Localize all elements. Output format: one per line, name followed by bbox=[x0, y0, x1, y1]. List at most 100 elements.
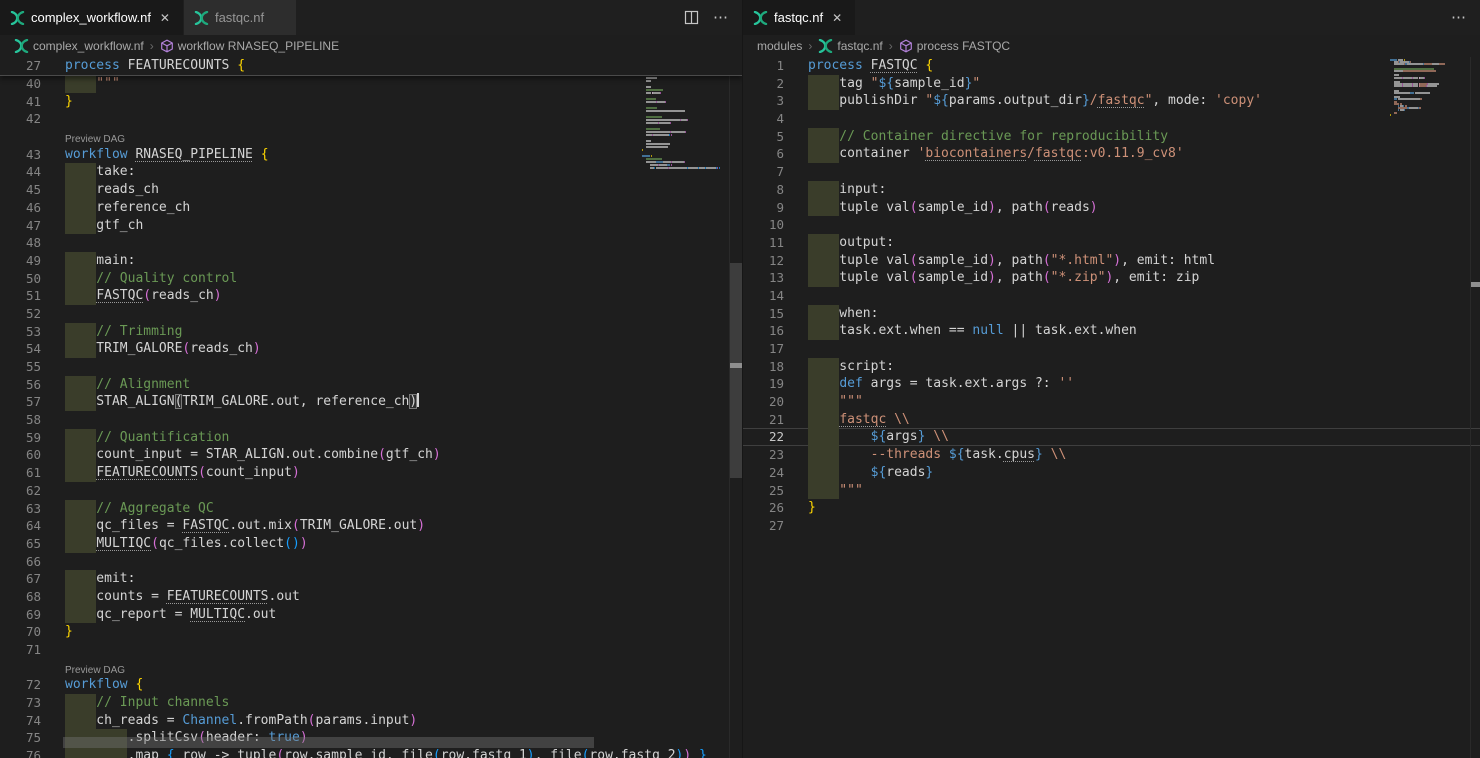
sticky-scroll[interactable]: 27process FEATURECOUNTS { bbox=[0, 57, 742, 76]
overview-ruler-tick bbox=[1471, 282, 1480, 287]
close-icon[interactable]: ✕ bbox=[829, 11, 845, 25]
close-icon[interactable]: ✕ bbox=[157, 11, 173, 25]
code-line[interactable]: 14 bbox=[743, 287, 1480, 305]
code-line[interactable]: 71 bbox=[0, 641, 742, 659]
code-line[interactable]: 25 """ bbox=[743, 482, 1480, 500]
code-line[interactable]: 53 // Trimming bbox=[0, 323, 742, 341]
token: ) bbox=[527, 748, 535, 758]
code-line[interactable]: 54 TRIM_GALORE(reads_ch) bbox=[0, 340, 742, 358]
code-line[interactable]: 3 publishDir "${params.output_dir}/fastq… bbox=[743, 92, 1480, 110]
breadcrumb-item[interactable]: workflow RNASEQ_PIPELINE bbox=[160, 39, 339, 53]
code-line[interactable]: 22 ${args} \\ bbox=[743, 428, 1480, 446]
code-line[interactable]: 9 tuple val(sample_id), path(reads) bbox=[743, 199, 1480, 217]
vertical-scrollbar[interactable] bbox=[729, 57, 742, 758]
code-editor[interactable]: 40 """41}42Preview DAG43workflow RNASEQ_… bbox=[0, 57, 742, 758]
line-number: 57 bbox=[0, 393, 41, 411]
code-line[interactable]: 8 input: bbox=[743, 181, 1480, 199]
breadcrumb-item[interactable]: complex_workflow.nf bbox=[14, 39, 144, 53]
code-line[interactable]: 63 // Aggregate QC bbox=[0, 500, 742, 518]
code-line[interactable]: 7 bbox=[743, 163, 1480, 181]
code-line[interactable]: 73 // Input channels bbox=[0, 694, 742, 712]
more-actions-icon[interactable]: ⋯ bbox=[1451, 10, 1466, 25]
code-line[interactable]: 61 FEATURECOUNTS(count_input) bbox=[0, 464, 742, 482]
code-line[interactable]: 26} bbox=[743, 499, 1480, 517]
code-line[interactable]: 17 bbox=[743, 340, 1480, 358]
code-line[interactable]: 16 task.ext.when == null || task.ext.whe… bbox=[743, 322, 1480, 340]
horizontal-scrollbar[interactable] bbox=[63, 737, 594, 748]
breadcrumb-item[interactable]: process FASTQC bbox=[899, 39, 1010, 53]
token: // Quantification bbox=[65, 430, 229, 445]
code-line[interactable]: 56 // Alignment bbox=[0, 376, 742, 394]
code-line[interactable]: 12 tuple val(sample_id), path("*.html"),… bbox=[743, 252, 1480, 270]
code-line[interactable]: 27 bbox=[743, 517, 1480, 535]
code-line[interactable]: 2 tag "${sample_id}" bbox=[743, 75, 1480, 93]
code-line[interactable]: 6 container 'biocontainers/fastqc:v0.11.… bbox=[743, 145, 1480, 163]
token: ( bbox=[198, 465, 206, 480]
line-number: 72 bbox=[0, 676, 41, 694]
code-line[interactable]: 72workflow { bbox=[0, 676, 742, 694]
token: ( bbox=[910, 270, 918, 285]
code-line[interactable]: 59 // Quantification bbox=[0, 429, 742, 447]
tab-fastqc.nf[interactable]: fastqc.nf✕ bbox=[184, 0, 297, 35]
token: workflow bbox=[65, 677, 128, 692]
line-number: 5 bbox=[743, 128, 784, 146]
code-line[interactable]: 69 qc_report = MULTIQC.out bbox=[0, 606, 742, 624]
token: ${ bbox=[878, 76, 894, 91]
code-line[interactable]: 41} bbox=[0, 93, 742, 111]
tab-fastqc.nf[interactable]: fastqc.nf✕ bbox=[743, 0, 856, 35]
code-line[interactable]: 66 bbox=[0, 553, 742, 571]
more-actions-icon[interactable]: ⋯ bbox=[713, 10, 728, 25]
code-line[interactable]: 65 MULTIQC(qc_files.collect()) bbox=[0, 535, 742, 553]
token: STAR_ALIGN bbox=[65, 394, 175, 409]
editor-group-right: fastqc.nf✕ ⋯ modules›fastqc.nf›process F… bbox=[743, 0, 1480, 758]
code-line[interactable]: 18 script: bbox=[743, 358, 1480, 376]
line-number: 19 bbox=[743, 375, 784, 393]
line-text: when: bbox=[808, 305, 878, 323]
code-line[interactable]: 64 qc_files = FASTQC.out.mix(TRIM_GALORE… bbox=[0, 517, 742, 535]
code-line[interactable]: 52 bbox=[0, 305, 742, 323]
code-line[interactable]: 45 reads_ch bbox=[0, 181, 742, 199]
code-line[interactable]: 49 main: bbox=[0, 252, 742, 270]
code-line[interactable]: 48 bbox=[0, 234, 742, 252]
minimap[interactable] bbox=[1390, 59, 1464, 118]
code-line[interactable]: 44 take: bbox=[0, 163, 742, 181]
scrollbar-slider[interactable] bbox=[730, 263, 742, 478]
code-line[interactable]: 57 STAR_ALIGN(TRIM_GALORE.out, reference… bbox=[0, 393, 742, 411]
breadcrumb-item[interactable]: fastqc.nf bbox=[818, 39, 882, 53]
code-editor[interactable]: 1process FASTQC {2 tag "${sample_id}"3 p… bbox=[743, 57, 1480, 758]
code-line[interactable]: 68 counts = FEATURECOUNTS.out bbox=[0, 588, 742, 606]
code-line[interactable]: 62 bbox=[0, 482, 742, 500]
code-line[interactable]: 50 // Quality control bbox=[0, 270, 742, 288]
code-line[interactable]: 23 --threads ${task.cpus} \\ bbox=[743, 446, 1480, 464]
split-editor[interactable] bbox=[684, 10, 699, 25]
code-line[interactable]: 76 .map { row -> tuple(row.sample_id, fi… bbox=[0, 747, 742, 758]
code-line[interactable]: 46 reference_ch bbox=[0, 199, 742, 217]
code-line[interactable]: 1process FASTQC { bbox=[743, 57, 1480, 75]
code-line[interactable]: 43workflow RNASEQ_PIPELINE { bbox=[0, 146, 742, 164]
breadcrumb-item[interactable]: modules bbox=[757, 39, 802, 53]
code-line[interactable]: 70} bbox=[0, 623, 742, 641]
code-line[interactable]: 55 bbox=[0, 358, 742, 376]
code-line[interactable]: 58 bbox=[0, 411, 742, 429]
code-line[interactable]: 20 """ bbox=[743, 393, 1480, 411]
code-line[interactable]: 15 when: bbox=[743, 305, 1480, 323]
line-number: 59 bbox=[0, 429, 41, 447]
code-line[interactable]: 42 bbox=[0, 110, 742, 128]
code-line[interactable]: 51 FASTQC(reads_ch) bbox=[0, 287, 742, 305]
line-number: 44 bbox=[0, 163, 41, 181]
code-line[interactable]: 74 ch_reads = Channel.fromPath(params.in… bbox=[0, 712, 742, 730]
code-line[interactable]: 19 def args = task.ext.args ?: '' bbox=[743, 375, 1480, 393]
code-line[interactable]: 11 output: bbox=[743, 234, 1480, 252]
code-line[interactable]: 24 ${reads} bbox=[743, 464, 1480, 482]
code-line[interactable]: 10 bbox=[743, 216, 1480, 234]
tab-complex_workflow.nf[interactable]: complex_workflow.nf✕ bbox=[0, 0, 184, 35]
code-line[interactable]: 67 emit: bbox=[0, 570, 742, 588]
code-line[interactable]: 40 """ bbox=[0, 75, 742, 93]
code-line[interactable]: 47 gtf_ch bbox=[0, 217, 742, 235]
vertical-scrollbar[interactable] bbox=[1470, 57, 1480, 758]
code-line[interactable]: 4 bbox=[743, 110, 1480, 128]
code-line[interactable]: 5 // Container directive for reproducibi… bbox=[743, 128, 1480, 146]
code-line[interactable]: 60 count_input = STAR_ALIGN.out.combine(… bbox=[0, 446, 742, 464]
code-line[interactable]: 13 tuple val(sample_id), path("*.zip"), … bbox=[743, 269, 1480, 287]
code-line[interactable]: 21 fastqc \\ bbox=[743, 411, 1480, 429]
